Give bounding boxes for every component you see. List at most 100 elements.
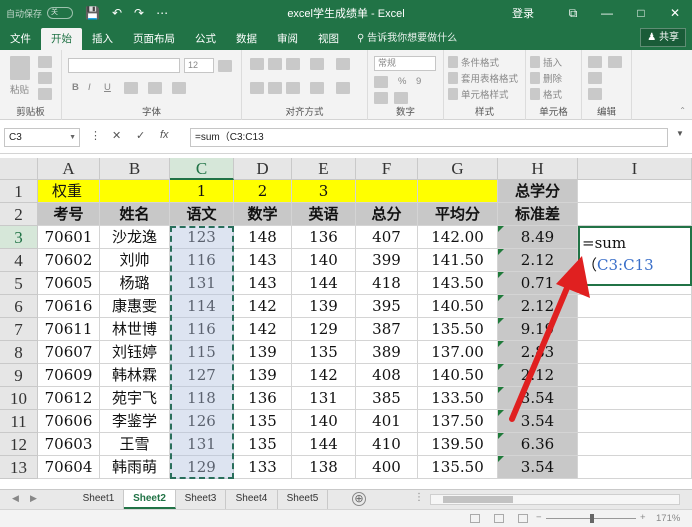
delete-cells-button[interactable]: 删除 [543, 71, 562, 85]
cell-c11[interactable]: 126 [170, 410, 234, 433]
copy-icon[interactable] [38, 72, 52, 84]
cell-c13[interactable]: 129 [170, 456, 234, 479]
increase-decimal-icon[interactable] [374, 92, 388, 104]
error-indicator-icon[interactable] [498, 341, 504, 347]
column-header-i[interactable]: I [578, 158, 692, 180]
cell-g4[interactable]: 141.50 [418, 249, 498, 272]
autosave-toggle[interactable]: 关 [47, 7, 74, 19]
horizontal-scrollbar[interactable] [430, 494, 680, 505]
cell-c8[interactable]: 115 [170, 341, 234, 364]
row-header-13[interactable]: 13 [0, 456, 38, 479]
customize-toolbar-icon[interactable]: ⋯ [156, 6, 168, 20]
cell-i2[interactable] [578, 203, 692, 226]
column-header-a[interactable]: A [38, 158, 100, 180]
row-header-10[interactable]: 10 [0, 387, 38, 410]
cell-f12[interactable]: 410 [356, 433, 418, 456]
cell-a5[interactable]: 70605 [38, 272, 100, 295]
cell-e5[interactable]: 144 [292, 272, 356, 295]
cell-c3[interactable]: 123 [170, 226, 234, 249]
cell-h6[interactable]: 2.12 [498, 295, 578, 318]
cell-c4[interactable]: 116 [170, 249, 234, 272]
cell-f8[interactable]: 389 [356, 341, 418, 364]
error-indicator-icon[interactable] [498, 364, 504, 370]
border-icon[interactable] [124, 82, 138, 94]
sort-filter-icon[interactable] [608, 56, 622, 68]
cell-f9[interactable]: 408 [356, 364, 418, 387]
cell-e3[interactable]: 136 [292, 226, 356, 249]
cell-e2[interactable]: 英语 [292, 203, 356, 226]
font-color-icon[interactable] [172, 82, 186, 94]
cell-h10[interactable]: 3.54 [498, 387, 578, 410]
cell-a11[interactable]: 70606 [38, 410, 100, 433]
tab-data[interactable]: 数据 [226, 28, 267, 50]
cell-d8[interactable]: 139 [234, 341, 292, 364]
format-cells-button[interactable]: 格式 [543, 87, 562, 101]
insert-cells-button[interactable]: 插入 [543, 55, 562, 69]
cell-h5[interactable]: 0.71 [498, 272, 578, 295]
cell-e4[interactable]: 140 [292, 249, 356, 272]
align-top-icon[interactable] [250, 58, 264, 70]
align-left-icon[interactable] [250, 82, 264, 94]
tab-view[interactable]: 视图 [308, 28, 349, 50]
row-header-8[interactable]: 8 [0, 341, 38, 364]
cell-b6[interactable]: 康惠雯 [100, 295, 170, 318]
cell-d11[interactable]: 135 [234, 410, 292, 433]
name-box[interactable]: C3 ▼ [4, 128, 80, 147]
expand-formula-bar-icon[interactable]: ▼ [676, 129, 684, 138]
currency-icon[interactable] [374, 76, 388, 88]
tab-formulas[interactable]: 公式 [185, 28, 226, 50]
add-sheet-icon[interactable]: ⊕ [352, 492, 366, 506]
sheet-tab-1[interactable]: Sheet1 [74, 490, 124, 509]
cell-b4[interactable]: 刘帅 [100, 249, 170, 272]
cell-f6[interactable]: 395 [356, 295, 418, 318]
cancel-icon[interactable]: ✕ [112, 129, 121, 142]
cell-g1[interactable] [418, 180, 498, 203]
cell-a9[interactable]: 70609 [38, 364, 100, 387]
cell-h1[interactable]: 总学分 [498, 180, 578, 203]
cell-b11[interactable]: 李鉴学 [100, 410, 170, 433]
column-header-c[interactable]: C [170, 158, 234, 180]
cell-b1[interactable] [100, 180, 170, 203]
font-size-dropdown[interactable]: 12 [184, 58, 214, 73]
cell-g2[interactable]: 平均分 [418, 203, 498, 226]
cell-d12[interactable]: 135 [234, 433, 292, 456]
error-indicator-icon[interactable] [498, 272, 504, 278]
conditional-format-button[interactable]: 条件格式 [461, 55, 499, 69]
error-indicator-icon[interactable] [498, 295, 504, 301]
bold-button[interactable]: B [72, 82, 79, 93]
save-icon[interactable]: 💾 [85, 6, 100, 20]
italic-button[interactable]: I [88, 82, 91, 93]
row-header-2[interactable]: 2 [0, 203, 38, 226]
cell-f5[interactable]: 418 [356, 272, 418, 295]
column-header-b[interactable]: B [100, 158, 170, 180]
cell-b7[interactable]: 林世博 [100, 318, 170, 341]
cell-e9[interactable]: 142 [292, 364, 356, 387]
cell-f7[interactable]: 387 [356, 318, 418, 341]
redo-icon[interactable]: ↷ [134, 6, 144, 20]
close-icon[interactable]: ✕ [658, 6, 692, 20]
formula-input[interactable]: =sum（C3:C13 [190, 128, 668, 147]
cell-a10[interactable]: 70612 [38, 387, 100, 410]
minimize-icon[interactable]: — [590, 6, 624, 20]
cell-b10[interactable]: 苑宇飞 [100, 387, 170, 410]
cell-c1[interactable]: 1 [170, 180, 234, 203]
tab-page-layout[interactable]: 页面布局 [123, 28, 185, 50]
cell-e13[interactable]: 138 [292, 456, 356, 479]
align-center-icon[interactable] [268, 82, 282, 94]
cell-i13[interactable] [578, 456, 692, 479]
table-format-button[interactable]: 套用表格格式 [461, 71, 518, 85]
undo-icon[interactable]: ↶ [112, 6, 122, 20]
cell-e1[interactable]: 3 [292, 180, 356, 203]
cell-f13[interactable]: 400 [356, 456, 418, 479]
sheet-tab-3[interactable]: Sheet3 [176, 490, 226, 509]
scrollbar-thumb[interactable] [443, 496, 513, 503]
row-header-11[interactable]: 11 [0, 410, 38, 433]
cell-h9[interactable]: 2.12 [498, 364, 578, 387]
cell-h13[interactable]: 3.54 [498, 456, 578, 479]
page-break-view-icon[interactable] [518, 514, 528, 523]
cell-f11[interactable]: 401 [356, 410, 418, 433]
tab-home[interactable]: 开始 [41, 28, 82, 50]
cell-d6[interactable]: 142 [234, 295, 292, 318]
row-header-7[interactable]: 7 [0, 318, 38, 341]
cell-d9[interactable]: 139 [234, 364, 292, 387]
